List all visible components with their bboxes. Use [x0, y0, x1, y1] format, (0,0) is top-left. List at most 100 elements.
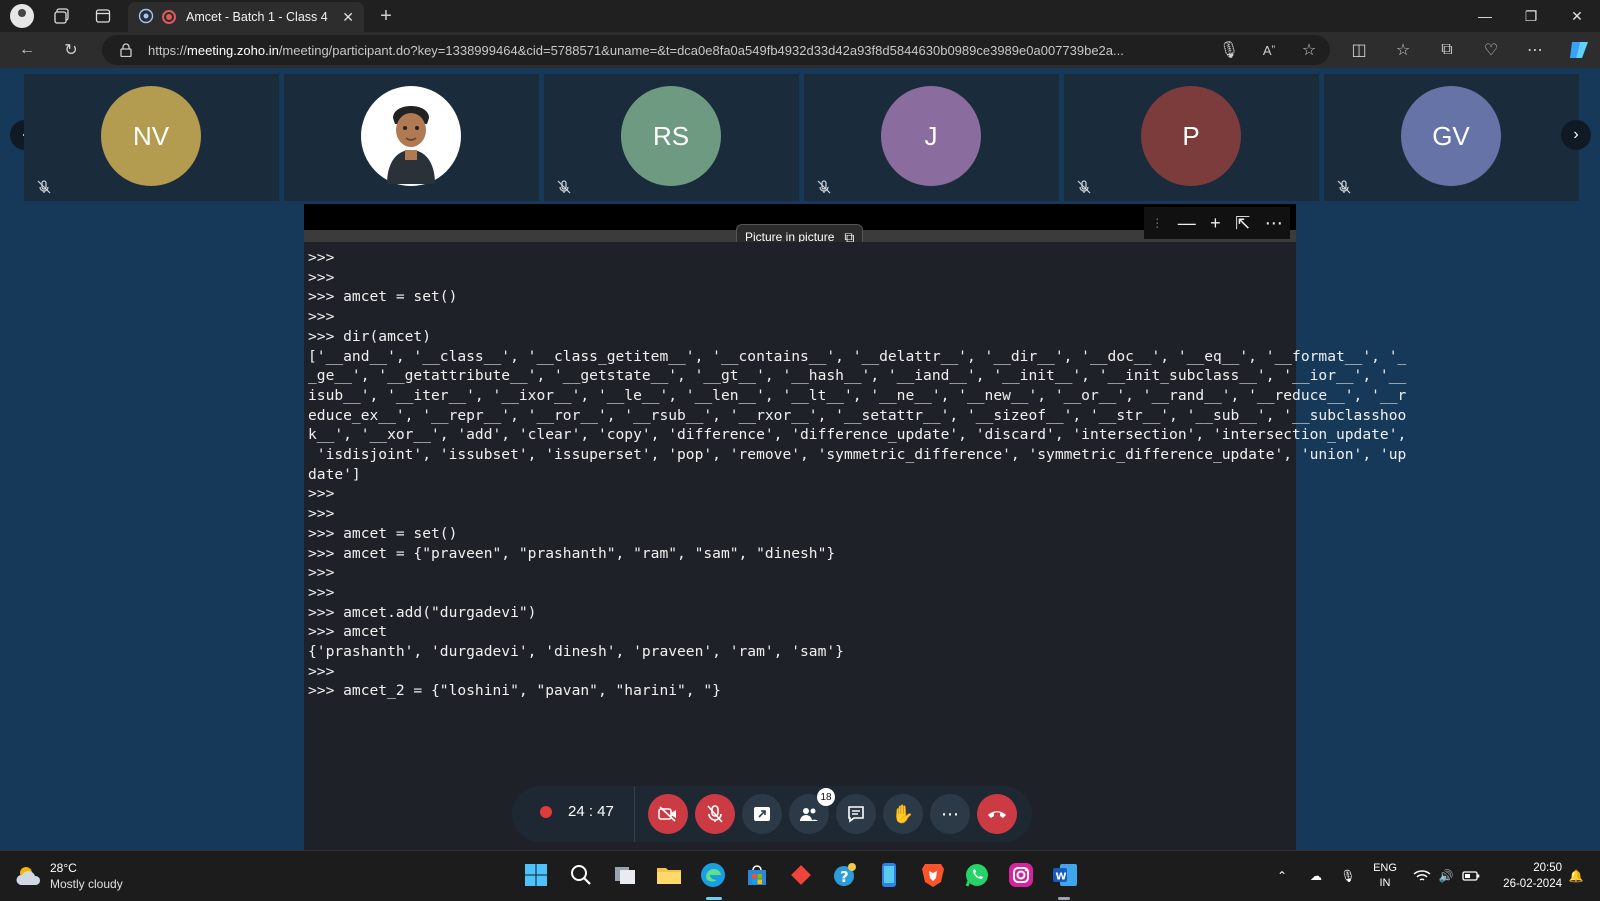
terminal-line: >>> dir(amcet): [308, 327, 432, 345]
mic-muted-button[interactable]: [695, 794, 735, 834]
url-host: meeting.zoho.in: [187, 43, 279, 58]
timer-text: 24 : 47: [568, 803, 614, 820]
pointer-icon[interactable]: ⇱: [1235, 213, 1250, 234]
wifi-icon[interactable]: [1412, 851, 1432, 901]
favorites-icon[interactable]: ☆: [1390, 38, 1416, 62]
lock-icon: [120, 43, 132, 57]
tab-actions-icon[interactable]: [91, 4, 115, 28]
task-view-icon[interactable]: [611, 861, 639, 889]
svg-text:?: ?: [840, 868, 849, 886]
address-bar[interactable]: https://meeting.zoho.in/meeting/particip…: [102, 35, 1330, 65]
favorite-star-icon[interactable]: ☆: [1296, 38, 1322, 62]
raise-hand-button[interactable]: ✋: [883, 794, 923, 834]
chat-button[interactable]: [836, 794, 876, 834]
terminal-line: {'prashanth', 'durgadevi', 'dinesh', 'pr…: [308, 643, 844, 661]
new-tab-icon[interactable]: +: [374, 4, 398, 28]
terminal-line: >>>: [308, 308, 335, 326]
participant-avatar: J: [881, 86, 981, 186]
terminal-line: 'isdisjoint', 'issubset', 'issuperset', …: [308, 446, 1407, 464]
clock[interactable]: 20:50 26-02-2024: [1490, 851, 1562, 901]
instagram-icon[interactable]: [1007, 861, 1035, 889]
zoom-in-icon[interactable]: +: [1210, 213, 1221, 234]
participant-tile[interactable]: P: [1064, 74, 1319, 201]
participant-tile[interactable]: NV: [24, 74, 279, 201]
screen-more-icon[interactable]: ⋯: [1265, 213, 1283, 234]
leave-meeting-button[interactable]: [977, 794, 1017, 834]
tab-active[interactable]: Amcet - Batch 1 - Class 4 ✕: [128, 2, 364, 32]
more-options-button[interactable]: ⋯: [930, 794, 970, 834]
participant-tile[interactable]: RS: [544, 74, 799, 201]
back-icon[interactable]: ←: [14, 38, 40, 62]
muted-mic-icon: [556, 179, 572, 195]
participants-button[interactable]: 18: [789, 788, 835, 834]
participant-initials: J: [924, 120, 938, 151]
participant-tile[interactable]: [284, 74, 539, 201]
refresh-icon[interactable]: ↻: [58, 38, 84, 62]
chat-icon: [848, 806, 864, 823]
edge-browser-icon[interactable]: [699, 861, 727, 889]
participant-avatar: GV: [1401, 86, 1501, 186]
search-icon[interactable]: [567, 861, 595, 889]
screen-header: Picture in picture ⧉ ⋮ — + ⇱ ⋯: [304, 204, 1296, 250]
terminal-line: >>> amcet: [308, 623, 388, 641]
terminal-line: date']: [308, 465, 361, 483]
microsoft-store-icon[interactable]: [743, 861, 771, 889]
mic-icon[interactable]: 🎙: [1216, 38, 1242, 62]
meeting-controls: 24 : 47 18 ✋ ⋯: [512, 786, 1032, 842]
cloudy-weather-icon: [16, 867, 41, 885]
onedrive-icon[interactable]: ☁: [1304, 851, 1328, 901]
show-hidden-icons[interactable]: ⌃: [1272, 851, 1292, 901]
microphone-tray-icon[interactable]: 🎙: [1338, 851, 1358, 901]
anydesk-icon[interactable]: [787, 861, 815, 889]
minimize-button[interactable]: —: [1462, 0, 1508, 32]
participant-tile[interactable]: J: [804, 74, 1059, 201]
phone-link-icon[interactable]: [875, 861, 903, 889]
participant-avatar: RS: [621, 86, 721, 186]
participant-tile[interactable]: GV: [1324, 74, 1579, 201]
profile-avatar-icon[interactable]: [10, 4, 34, 28]
workspaces-icon[interactable]: [50, 4, 74, 28]
share-screen-button[interactable]: [742, 794, 782, 834]
video-off-button[interactable]: [648, 794, 688, 834]
participant-initials: NV: [132, 120, 170, 151]
browser-essentials-icon[interactable]: ♡: [1478, 38, 1504, 62]
url-text[interactable]: https://meeting.zoho.in/meeting/particip…: [148, 43, 1208, 58]
region-code: IN: [1379, 877, 1391, 889]
participant-initials: RS: [652, 120, 690, 151]
browser-title-bar: Amcet - Batch 1 - Class 4 ✕ + — ❐ ✕: [0, 0, 1600, 32]
restore-button[interactable]: ❐: [1508, 0, 1554, 32]
help-app-icon[interactable]: ?: [831, 861, 859, 889]
drag-handle-icon[interactable]: ⋮: [1151, 216, 1163, 230]
muted-mic-icon: [1076, 179, 1092, 195]
more-menu-icon[interactable]: ⋯: [1522, 38, 1548, 62]
volume-icon[interactable]: 🔊: [1436, 851, 1456, 901]
notification-bell-icon[interactable]: 🔔: [1566, 851, 1586, 901]
next-participants-button[interactable]: ›: [1561, 120, 1591, 150]
tab-close-icon[interactable]: ✕: [342, 9, 354, 26]
close-window-button[interactable]: ✕: [1554, 0, 1600, 32]
participants-icon: [800, 808, 818, 821]
file-explorer-icon[interactable]: [655, 861, 683, 889]
participant-photo-avatar: [361, 86, 461, 186]
copilot-icon[interactable]: [1566, 38, 1592, 62]
start-menu-icon[interactable]: [522, 861, 550, 889]
terminal-line: >>>: [308, 268, 335, 286]
terminal-line: ['__and__', '__class__', '__class_getite…: [308, 347, 1407, 365]
split-screen-icon[interactable]: ◫: [1346, 38, 1372, 62]
cartoon-avatar-icon: [387, 106, 435, 184]
zoom-out-icon[interactable]: —: [1178, 213, 1196, 234]
language-indicator[interactable]: ENG IN: [1370, 851, 1400, 901]
terminal-line: k__', '__xor__', 'add', 'clear', 'copy',…: [308, 426, 1407, 444]
word-icon[interactable]: W: [1051, 861, 1079, 889]
participants-count-badge: 18: [817, 788, 835, 806]
browser-toolbar: ← ↻ https://meeting.zoho.in/meeting/part…: [0, 32, 1600, 68]
whatsapp-icon[interactable]: [963, 861, 991, 889]
muted-mic-icon: [816, 179, 832, 195]
terminal-line: >>> amcet = set(): [308, 288, 458, 306]
raise-hand-icon: ✋: [891, 803, 915, 824]
language-code: ENG: [1373, 862, 1397, 874]
brave-browser-icon[interactable]: [919, 861, 947, 889]
battery-icon[interactable]: [1460, 851, 1482, 901]
collections-icon[interactable]: ⧉: [1434, 38, 1460, 62]
read-aloud-icon[interactable]: A”: [1256, 38, 1282, 62]
